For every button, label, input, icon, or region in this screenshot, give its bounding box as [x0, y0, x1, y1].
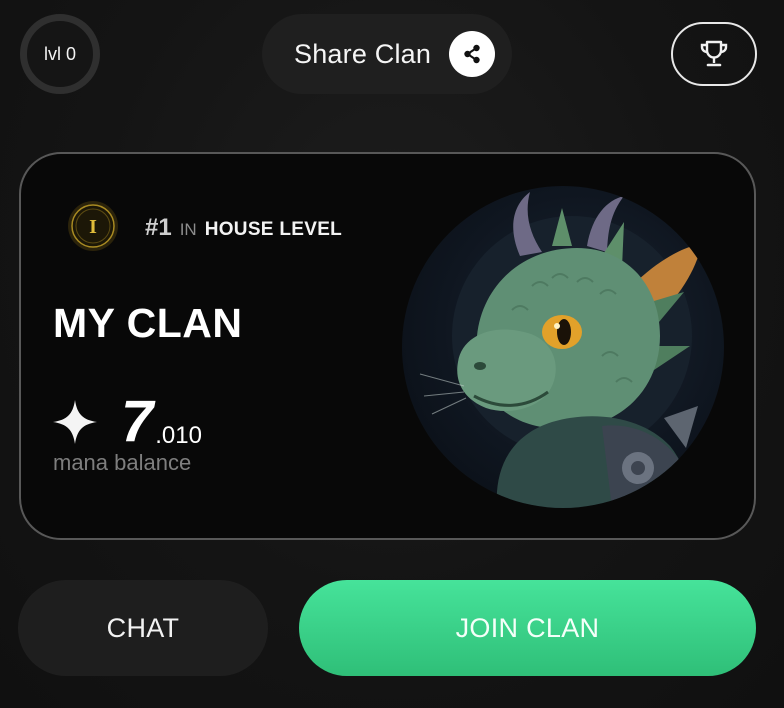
chat-button-label: CHAT: [106, 612, 180, 643]
rank-number: #1: [145, 214, 172, 241]
clan-avatar: [402, 186, 724, 508]
rank-badge-letter: I: [89, 216, 97, 238]
mana-integer: 7: [121, 389, 154, 454]
clan-card: I #1 IN HOUSE LEVEL MY CLAN 7 .010 mana …: [19, 152, 756, 540]
rank-in-label: IN: [179, 220, 197, 239]
leaderboard-button[interactable]: [671, 22, 757, 86]
rank-badge-icon: I: [68, 201, 118, 251]
join-clan-button[interactable]: JOIN CLAN: [299, 580, 756, 676]
trophy-icon: [700, 40, 728, 67]
level-label: lvl 0: [43, 43, 76, 64]
share-clan-button[interactable]: Share Clan: [262, 14, 512, 94]
rank-row: #1 IN HOUSE LEVEL: [145, 214, 342, 242]
rank-category: HOUSE LEVEL: [204, 219, 343, 240]
sparkle-icon: [53, 400, 97, 444]
mana-decimal: .010: [155, 422, 202, 449]
level-indicator[interactable]: lvl 0: [20, 14, 100, 94]
join-clan-button-label: JOIN CLAN: [455, 612, 600, 643]
dragon-avatar-icon: [419, 192, 702, 508]
share-clan-label: Share Clan: [294, 38, 432, 69]
mana-balance: 7 .010: [51, 389, 202, 454]
clan-name: MY CLAN: [53, 300, 243, 346]
chat-button[interactable]: CHAT: [18, 580, 268, 676]
mana-label: mana balance: [53, 450, 192, 475]
share-icon: [449, 31, 496, 77]
